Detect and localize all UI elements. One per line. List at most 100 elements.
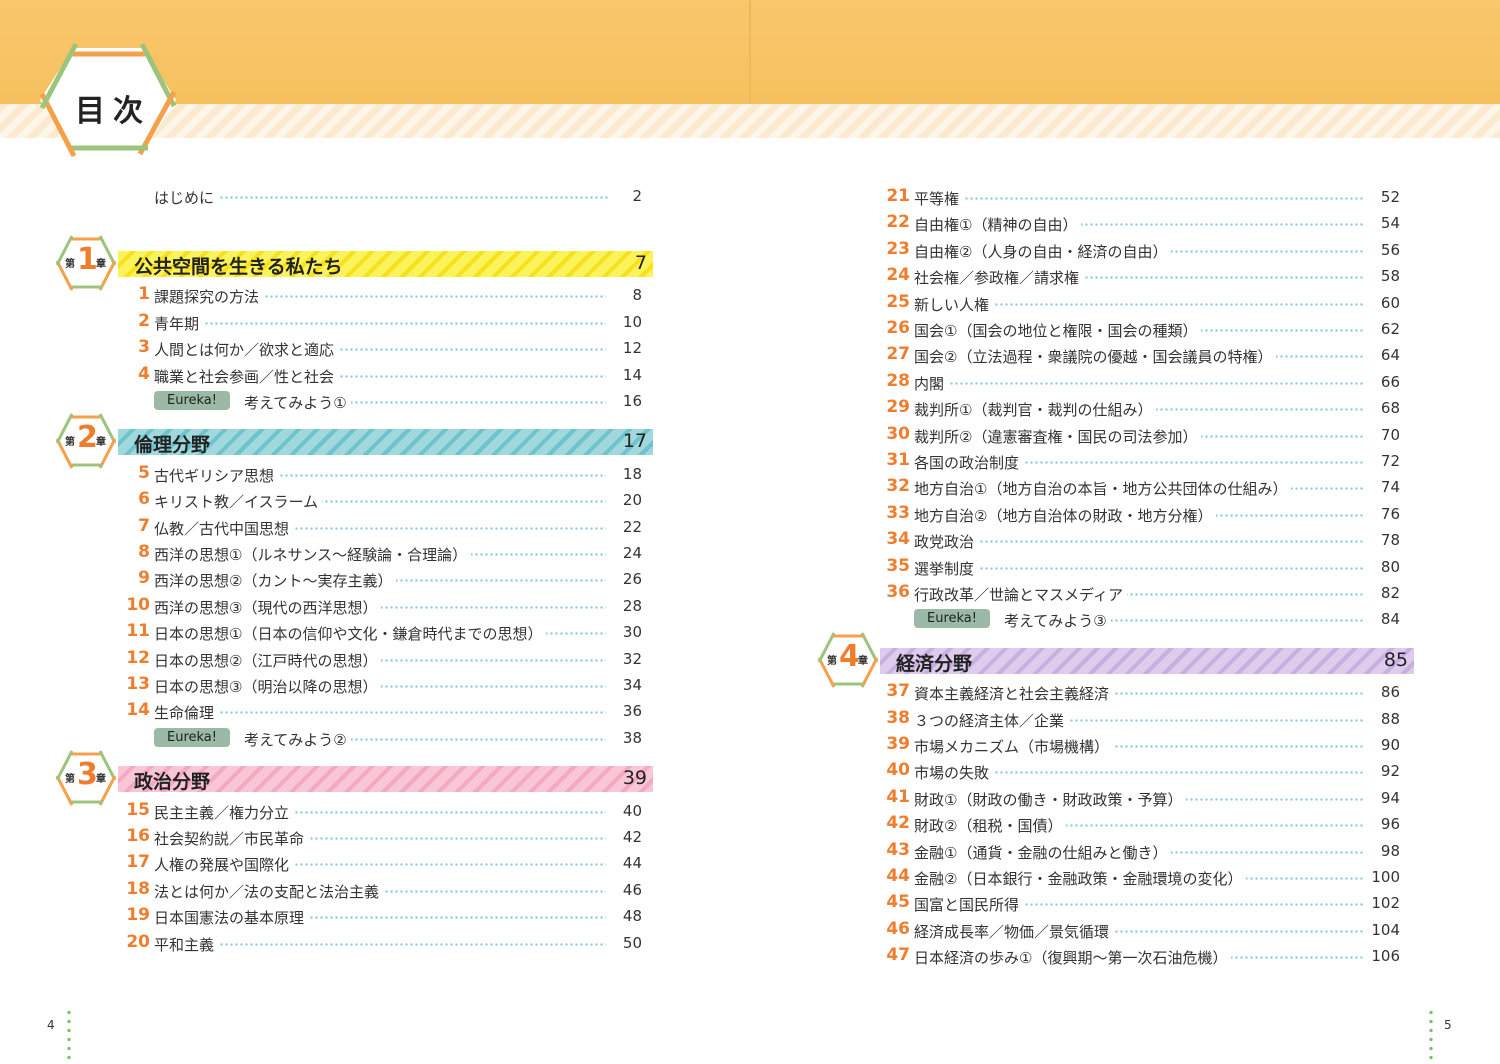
toc-entry[interactable]: 46 経済成長率／物価／景気循環 104 bbox=[880, 917, 1408, 943]
chapter-suffix: 章 bbox=[96, 437, 106, 449]
toc-entry[interactable]: 25 新しい人権 60 bbox=[880, 290, 1408, 316]
toc-entry[interactable]: 45 国富と国民所得 102 bbox=[880, 890, 1408, 916]
eureka-entry[interactable]: Eureka! 考えてみよう② 38 bbox=[120, 725, 650, 751]
entry-label: キリスト教／イスラーム bbox=[154, 491, 323, 513]
toc-entry[interactable]: 36 行政改革／世論とマスメディア 82 bbox=[880, 580, 1408, 606]
entry-page: 14 bbox=[622, 365, 642, 384]
entry-page: 60 bbox=[1380, 293, 1400, 312]
toc-entry[interactable]: 27 国会②（立法過程・衆議院の優越・国会議員の特権） 64 bbox=[880, 342, 1408, 368]
chapter-badge: 第1章 bbox=[55, 234, 117, 292]
eureka-badge: Eureka! bbox=[154, 391, 230, 410]
entry-page: 94 bbox=[1380, 788, 1400, 807]
toc-entry[interactable]: 23 自由権②（人身の自由・経済の自由） 56 bbox=[880, 237, 1408, 263]
toc-entry[interactable]: 26 国会①（国会の地位と権限・国会の種類） 62 bbox=[880, 316, 1408, 342]
toc-entry[interactable]: 32 地方自治①（地方自治の本旨・地方公共団体の仕組み） 74 bbox=[880, 474, 1408, 500]
entry-number: 9 bbox=[138, 568, 150, 589]
toc-entry[interactable]: 16 社会契約説／市民革命 42 bbox=[120, 824, 650, 850]
toc-entry[interactable]: 35 選挙制度 80 bbox=[880, 554, 1408, 580]
entry-page: 20 bbox=[622, 491, 642, 510]
entry-label: はじめに bbox=[154, 187, 219, 208]
entry-page: 52 bbox=[1380, 188, 1400, 206]
toc-entry[interactable]: 22 自由権①（精神の自由） 54 bbox=[880, 210, 1408, 236]
toc-entry[interactable]: 15 民主主義／権力分立 40 bbox=[120, 798, 650, 824]
toc-entry[interactable]: 30 裁判所②（違憲審査権・国民の司法参加） 70 bbox=[880, 422, 1408, 448]
entry-page: 66 bbox=[1380, 372, 1400, 391]
entry-page: 78 bbox=[1380, 531, 1400, 550]
page-title: 目次 bbox=[75, 94, 151, 129]
entry-number: 36 bbox=[886, 582, 910, 602]
toc-entry[interactable]: 19 日本国憲法の基本原理 48 bbox=[120, 903, 650, 929]
leader-dots bbox=[914, 197, 1364, 200]
toc-entry[interactable]: 2 青年期 10 bbox=[120, 309, 650, 335]
toc-entry[interactable]: 43 金融①（通貨・金融の仕組みと働き） 98 bbox=[880, 838, 1408, 864]
chapter-bar[interactable]: 公共空間を生きる私たち 7 bbox=[118, 251, 653, 278]
toc-entry[interactable]: 38 ３つの経済主体／企業 88 bbox=[880, 706, 1408, 732]
toc-entry[interactable]: 39 市場メカニズム（市場機構） 90 bbox=[880, 732, 1408, 758]
toc-entry[interactable]: 9 西洋の思想②（カント〜実存主義） 26 bbox=[120, 566, 650, 592]
entry-page: 42 bbox=[622, 828, 642, 846]
entry-page: 72 bbox=[1380, 452, 1400, 470]
entry-label: 資本主義経済と社会主義経済 bbox=[914, 683, 1114, 705]
entry-label: 市場の失敗 bbox=[914, 762, 994, 784]
entry-page: 104 bbox=[1371, 920, 1400, 939]
chapter-title: 公共空間を生きる私たち bbox=[134, 256, 343, 278]
toc-entry[interactable]: 24 社会権／参政権／請求権 58 bbox=[880, 263, 1408, 289]
chapter-prefix: 第 bbox=[65, 259, 75, 270]
entry-number: 42 bbox=[886, 813, 910, 834]
toc-entry[interactable]: 14 生命倫理 36 bbox=[120, 698, 650, 724]
toc-entry[interactable]: 47 日本経済の歩み①（復興期〜第一次石油危機） 106 bbox=[880, 943, 1408, 969]
leader-dots bbox=[154, 196, 610, 199]
toc-entry[interactable]: 5 古代ギリシア思想 18 bbox=[120, 461, 650, 487]
eureka-entry[interactable]: Eureka! 考えてみよう① 16 bbox=[120, 388, 650, 414]
toc-entry[interactable]: 40 市場の失敗 92 bbox=[880, 758, 1408, 784]
right-margin-dots bbox=[1429, 1008, 1433, 1064]
toc-entry[interactable]: 8 西洋の思想①（ルネサンス〜経験論・合理論） 24 bbox=[120, 540, 650, 566]
eureka-entry[interactable]: Eureka! 考えてみよう③ 84 bbox=[880, 606, 1408, 632]
entry-label: 考えてみよう① bbox=[244, 392, 351, 413]
toc-entry[interactable]: 33 地方自治②（地方自治体の財政・地方分権） 76 bbox=[880, 501, 1408, 527]
toc-entry[interactable]: 6 キリスト教／イスラーム 20 bbox=[120, 487, 650, 513]
entry-number: 15 bbox=[126, 799, 150, 820]
entry-label: 各国の政治制度 bbox=[914, 452, 1024, 473]
toc-entry[interactable]: 10 西洋の思想③（現代の西洋思想） 28 bbox=[120, 593, 650, 619]
entry-page: 84 bbox=[1380, 610, 1400, 629]
toc-entry[interactable]: 18 法とは何か／法の支配と法治主義 46 bbox=[120, 877, 650, 903]
entry-page: 76 bbox=[1380, 504, 1400, 523]
entry-number: 47 bbox=[886, 945, 910, 966]
chapter-bar[interactable]: 経済分野 85 bbox=[880, 647, 1414, 675]
toc-entry[interactable]: 34 政党政治 78 bbox=[880, 527, 1408, 553]
entry-label: 課題探究の方法 bbox=[154, 286, 264, 308]
chapter-bar[interactable]: 倫理分野 17 bbox=[118, 429, 653, 456]
toc-entry[interactable]: 12 日本の思想②（江戸時代の思想） 32 bbox=[120, 646, 650, 672]
entry-label: 行政改革／世論とマスメディア bbox=[914, 584, 1127, 605]
toc-entry[interactable]: 42 財政②（租税・国債） 96 bbox=[880, 811, 1408, 837]
toc-entry[interactable]: 4 職業と社会参画／性と社会 14 bbox=[120, 362, 650, 388]
toc-entry[interactable]: 11 日本の思想①（日本の信仰や文化・鎌倉時代までの思想） 30 bbox=[120, 619, 650, 645]
entry-page: 102 bbox=[1371, 894, 1400, 913]
toc-entry[interactable]: 7 仏教／古代中国思想 22 bbox=[120, 514, 650, 540]
entry-number: 16 bbox=[126, 826, 150, 846]
intro-entry[interactable]: はじめに 2 bbox=[120, 183, 650, 209]
toc-entry[interactable]: 37 資本主義経済と社会主義経済 86 bbox=[880, 679, 1408, 705]
toc-entry[interactable]: 21 平等権 52 bbox=[880, 184, 1408, 210]
entry-page: 34 bbox=[622, 676, 642, 694]
chapter-bar[interactable]: 政治分野 39 bbox=[118, 766, 653, 793]
toc-entry[interactable]: 17 人権の発展や国際化 44 bbox=[120, 850, 650, 876]
entry-label: 自由権①（精神の自由） bbox=[914, 214, 1082, 236]
entry-label: 仏教／古代中国思想 bbox=[154, 517, 294, 539]
leader-dots bbox=[154, 711, 606, 715]
entry-number: 6 bbox=[138, 489, 150, 510]
entry-number: 46 bbox=[886, 918, 910, 939]
toc-entry[interactable]: 41 財政①（財政の働き・財政政策・予算） 94 bbox=[880, 785, 1408, 811]
toc-entry[interactable]: 3 人間とは何か／欲求と適応 12 bbox=[120, 335, 650, 361]
toc-entry[interactable]: 1 課題探究の方法 8 bbox=[120, 282, 650, 308]
toc-entry[interactable]: 44 金融②（日本銀行・金融政策・金融環境の変化） 100 bbox=[880, 864, 1408, 890]
toc-entry[interactable]: 28 内閣 66 bbox=[880, 369, 1408, 395]
toc-entry[interactable]: 13 日本の思想③（明治以降の思想） 34 bbox=[120, 672, 650, 698]
toc-entry[interactable]: 20 平和主義 50 bbox=[120, 930, 650, 956]
entry-page: 98 bbox=[1380, 841, 1400, 860]
toc-entry[interactable]: 31 各国の政治制度 72 bbox=[880, 448, 1408, 474]
entry-number: 21 bbox=[886, 186, 910, 206]
entry-label: 西洋の思想③（現代の西洋思想） bbox=[154, 596, 382, 618]
toc-entry[interactable]: 29 裁判所①（裁判官・裁判の仕組み） 68 bbox=[880, 395, 1408, 421]
